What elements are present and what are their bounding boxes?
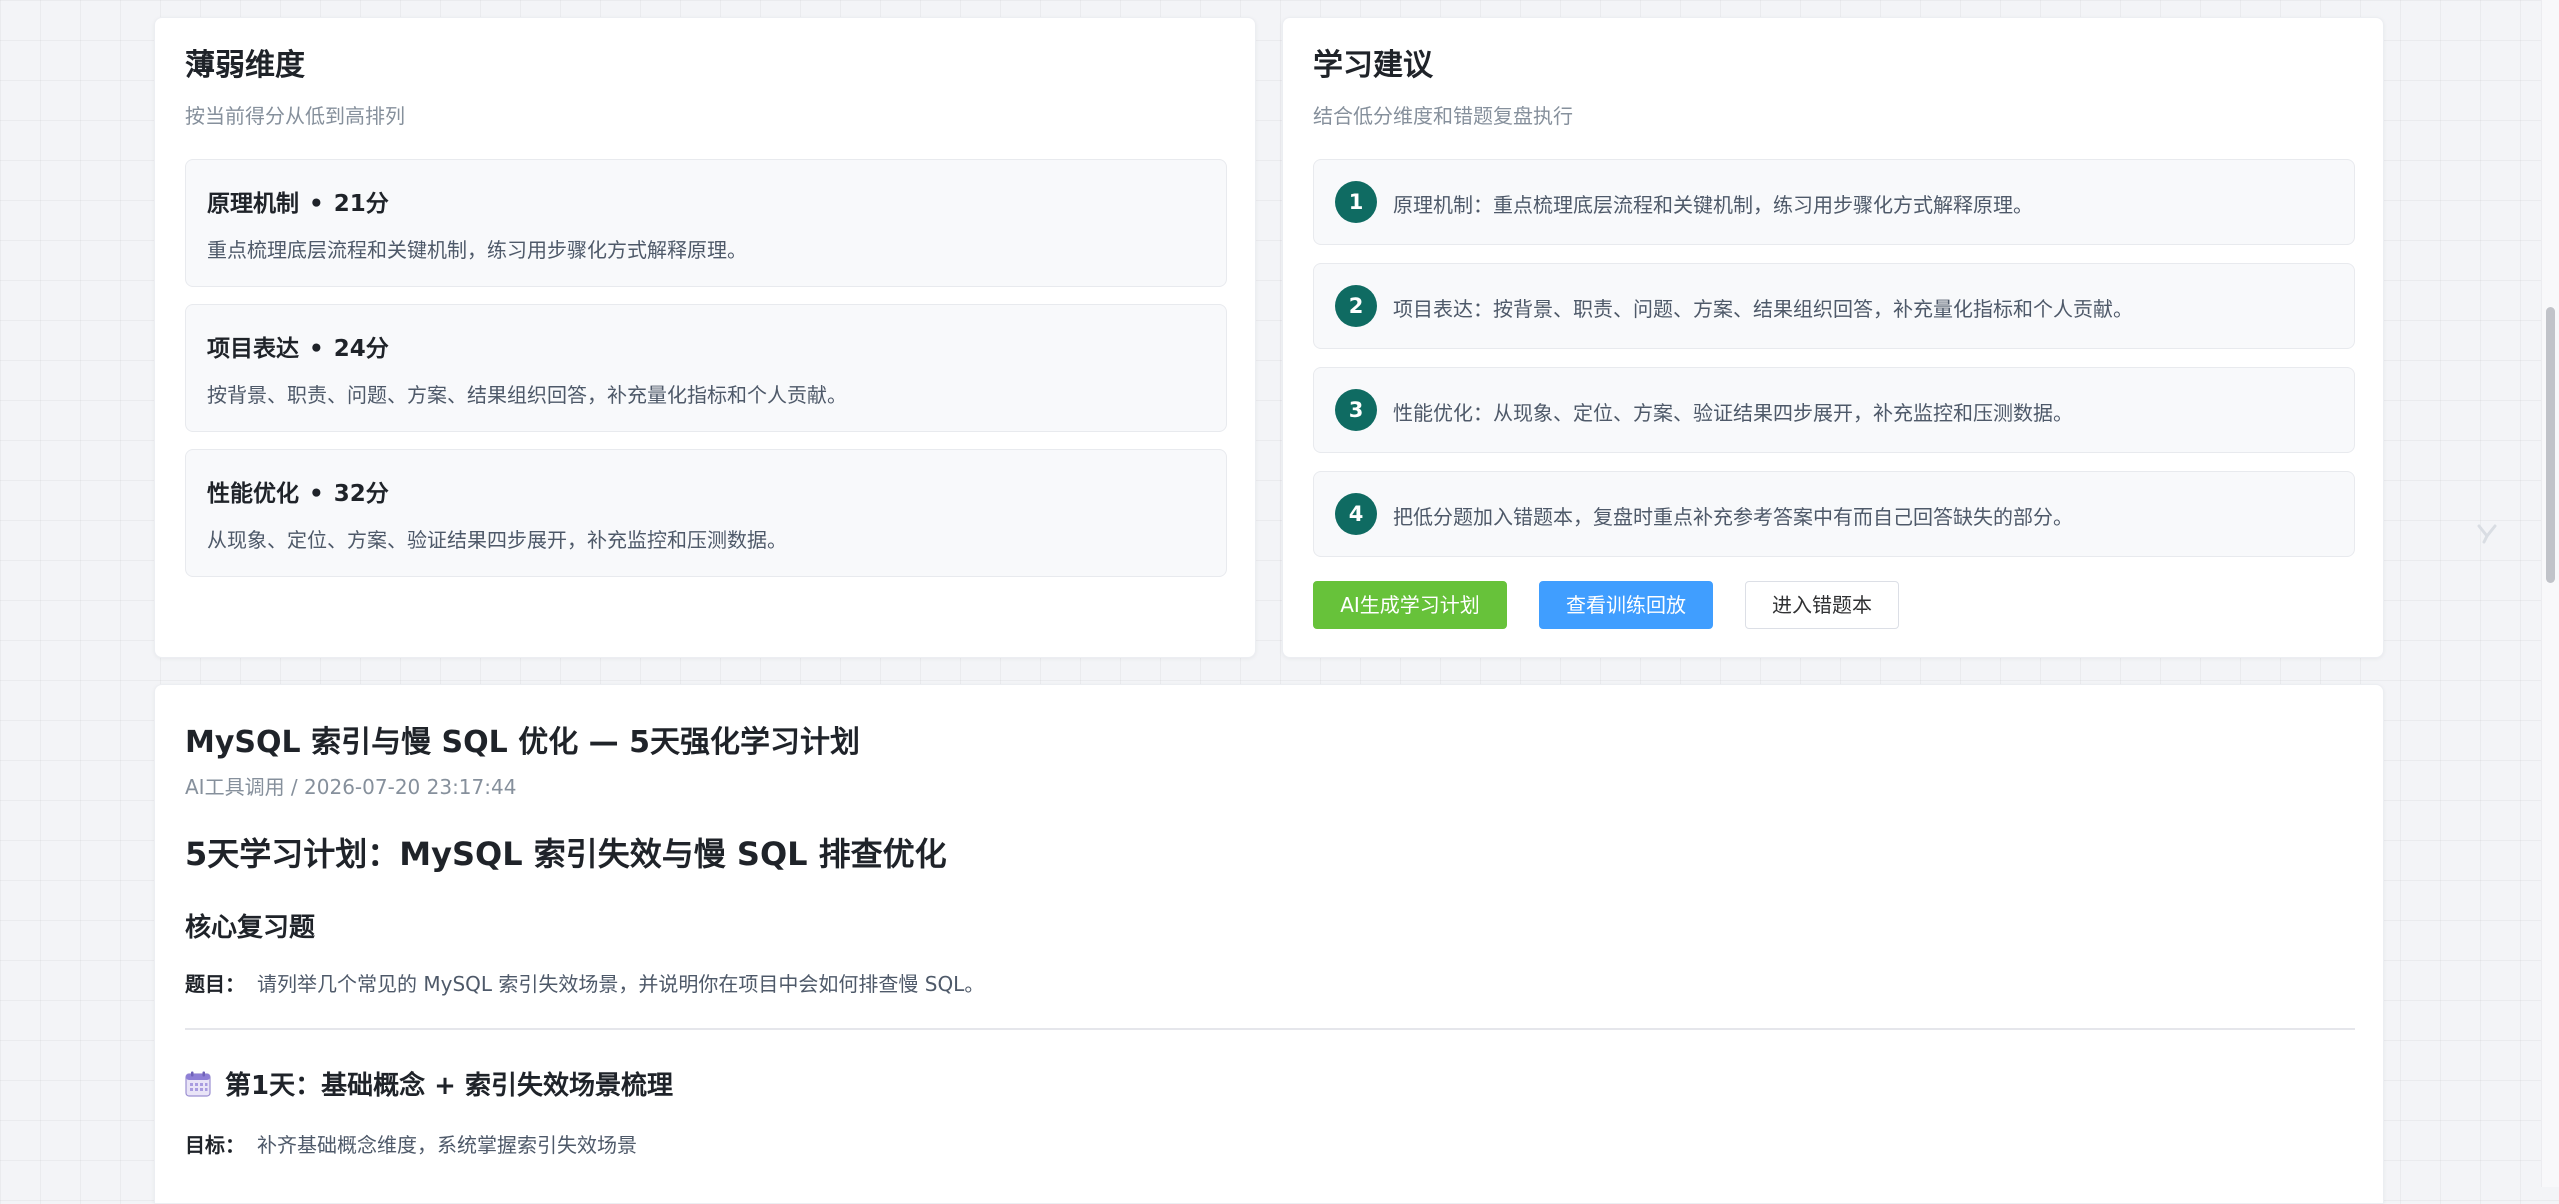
- advice-number-badge: 2: [1335, 285, 1377, 327]
- study-advice-title: 学习建议: [1313, 48, 1433, 83]
- weak-item: 原理机制 • 21分 重点梳理底层流程和关键机制，练习用步骤化方式解释原理。: [185, 159, 1227, 287]
- weak-item-score: 21分: [333, 191, 389, 217]
- weak-item-score: 32分: [333, 481, 389, 507]
- calendar-icon: [185, 1071, 211, 1097]
- separator-dot: •: [309, 191, 324, 217]
- core-review-heading: 核心复习题: [185, 913, 316, 943]
- goal-label: 目标：: [185, 1133, 245, 1157]
- day1-title: 第1天：基础概念 + 索引失效场景梳理: [225, 1071, 673, 1101]
- separator-dot: •: [309, 481, 324, 507]
- separator-dot: •: [309, 336, 324, 362]
- advice-text: 把低分题加入错题本，复盘时重点补充参考答案中有而自己回答缺失的部分。: [1393, 505, 2073, 529]
- weak-dimensions-card: 薄弱维度 按当前得分从低到高排列 原理机制 • 21分 重点梳理底层流程和关键机制，…: [154, 17, 1256, 658]
- brand-logo-icon[interactable]: [2476, 522, 2498, 544]
- advice-text: 性能优化：从现象、定位、方案、验证结果四步展开，补充监控和压测数据。: [1393, 401, 2073, 425]
- advice-item: 1 原理机制：重点梳理底层流程和关键机制，练习用步骤化方式解释原理。: [1313, 159, 2355, 245]
- advice-number-badge: 3: [1335, 389, 1377, 431]
- advice-item: 2 项目表达：按背景、职责、问题、方案、结果组织回答，补充量化指标和个人贡献。: [1313, 263, 2355, 349]
- advice-item: 4 把低分题加入错题本，复盘时重点补充参考答案中有而自己回答缺失的部分。: [1313, 471, 2355, 557]
- open-mistake-book-button[interactable]: 进入错题本: [1745, 581, 1899, 629]
- scrollbar-thumb[interactable]: [2546, 307, 2555, 583]
- study-advice-subtitle: 结合低分维度和错题复盘执行: [1313, 104, 1573, 128]
- view-training-replay-button[interactable]: 查看训练回放: [1539, 581, 1713, 629]
- weak-item-score: 24分: [333, 336, 389, 362]
- weak-dimensions-title: 薄弱维度: [185, 48, 305, 83]
- study-advice-card: 学习建议 结合低分维度和错题复盘执行 1 原理机制：重点梳理底层流程和关键机制，…: [1282, 17, 2384, 658]
- weak-item-name: 原理机制: [207, 191, 299, 217]
- advice-text: 原理机制：重点梳理底层流程和关键机制，练习用步骤化方式解释原理。: [1393, 193, 2033, 217]
- advice-number-badge: 1: [1335, 181, 1377, 223]
- advice-text: 项目表达：按背景、职责、问题、方案、结果组织回答，补充量化指标和个人贡献。: [1393, 297, 2133, 321]
- question-label: 题目：: [185, 972, 245, 996]
- weak-item-desc: 从现象、定位、方案、验证结果四步展开，补充监控和压测数据。: [207, 528, 787, 552]
- ai-generate-plan-button[interactable]: AI生成学习计划: [1313, 581, 1507, 629]
- study-plan-card: MySQL 索引与慢 SQL 优化 — 5天强化学习计划 AI工具调用 / 20…: [154, 684, 2384, 1204]
- weak-item-name: 性能优化: [207, 481, 299, 507]
- weak-item: 项目表达 • 24分 按背景、职责、问题、方案、结果组织回答，补充量化指标和个人贡献…: [185, 304, 1227, 432]
- plan-heading: 5天学习计划：MySQL 索引失效与慢 SQL 排查优化: [185, 835, 947, 873]
- plan-meta: AI工具调用 / 2026-07-20 23:17:44: [185, 775, 517, 799]
- weak-item: 性能优化 • 32分 从现象、定位、方案、验证结果四步展开，补充监控和压测数据。: [185, 449, 1227, 577]
- weak-item-desc: 按背景、职责、问题、方案、结果组织回答，补充量化指标和个人贡献。: [207, 383, 847, 407]
- plan-title: MySQL 索引与慢 SQL 优化 — 5天强化学习计划: [185, 725, 860, 760]
- question-line: 题目： 请列举几个常见的 MySQL 索引失效场景，并说明你在项目中会如何排查慢 …: [185, 968, 984, 997]
- goal-line: 目标： 补齐基础概念维度，系统掌握索引失效场景: [185, 1129, 637, 1158]
- divider: [185, 1028, 2355, 1030]
- advice-number-badge: 4: [1335, 493, 1377, 535]
- question-text: 请列举几个常见的 MySQL 索引失效场景，并说明你在项目中会如何排查慢 SQL…: [257, 972, 985, 996]
- goal-text: 补齐基础概念维度，系统掌握索引失效场景: [257, 1133, 637, 1157]
- weak-dimensions-subtitle: 按当前得分从低到高排列: [185, 104, 405, 128]
- weak-item-name: 项目表达: [207, 336, 299, 362]
- advice-item: 3 性能优化：从现象、定位、方案、验证结果四步展开，补充监控和压测数据。: [1313, 367, 2355, 453]
- page-scrollbar[interactable]: [2541, 0, 2559, 1187]
- weak-item-desc: 重点梳理底层流程和关键机制，练习用步骤化方式解释原理。: [207, 238, 747, 262]
- day1-heading: 第1天：基础概念 + 索引失效场景梳理: [185, 1065, 673, 1102]
